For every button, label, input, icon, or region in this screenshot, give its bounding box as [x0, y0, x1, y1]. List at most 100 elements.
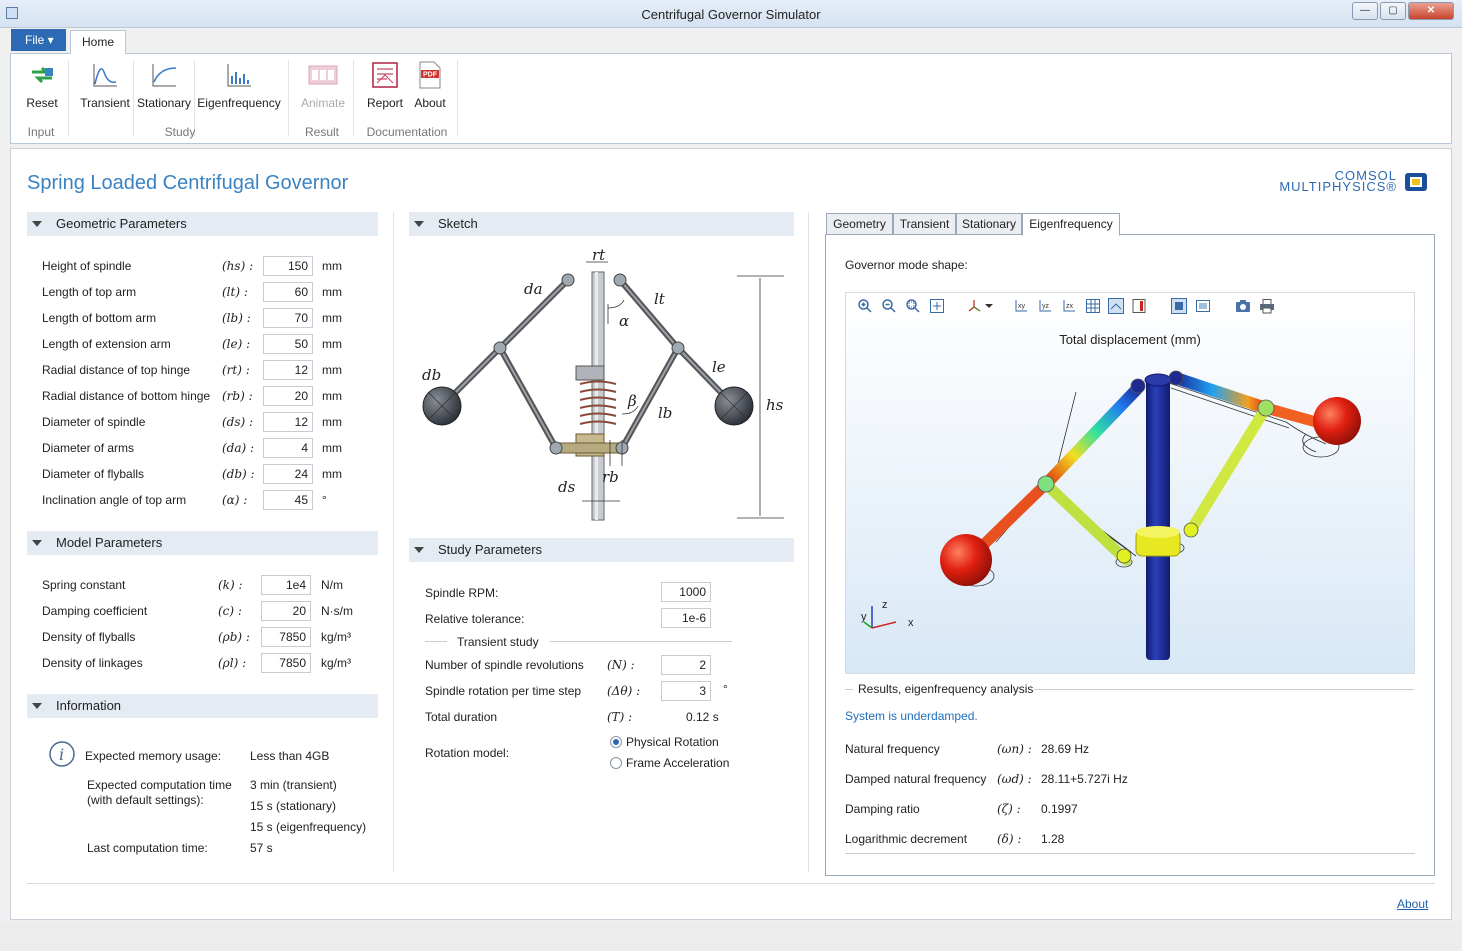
animate-button[interactable]: Animate [298, 60, 348, 110]
zoom-in-icon[interactable] [857, 298, 873, 314]
stationary-button[interactable]: Stationary [136, 60, 192, 110]
print-icon[interactable] [1259, 298, 1275, 314]
model-param-input[interactable]: 7850 [261, 653, 311, 673]
rotation-step-input[interactable]: 3 [661, 681, 711, 701]
model-param-unit: N/m [321, 578, 343, 592]
geometric-param-input[interactable]: 60 [263, 282, 313, 302]
result-label: Logarithmic decrement [845, 832, 968, 846]
mode-shape-plot: z y x [861, 370, 1361, 660]
revolutions-input[interactable]: 2 [661, 655, 711, 675]
last-computation-label: Last computation time: [87, 841, 208, 855]
geometric-param-input[interactable]: 12 [263, 360, 313, 380]
geometric-param-unit: mm [322, 259, 342, 273]
frame-acceleration-radio[interactable] [610, 757, 622, 769]
sketch-header[interactable]: Sketch [409, 212, 794, 236]
model-parameters-header[interactable]: Model Parameters [27, 531, 378, 555]
sketch-label-rb: rb [602, 468, 619, 486]
geometric-param-input[interactable]: 70 [263, 308, 313, 328]
zoom-box-icon[interactable] [905, 298, 921, 314]
geometric-param-input[interactable]: 50 [263, 334, 313, 354]
zoom-out-icon[interactable] [881, 298, 897, 314]
study-parameters-header[interactable]: Study Parameters [409, 538, 794, 562]
about-link[interactable]: About [1397, 897, 1428, 911]
close-button[interactable]: ✕ [1408, 2, 1454, 20]
tab-geometry[interactable]: Geometry [826, 213, 893, 235]
rotation-model-label: Rotation model: [425, 746, 510, 760]
result-label: Natural frequency [845, 742, 940, 756]
minimize-button[interactable]: — [1352, 2, 1378, 20]
grid-icon[interactable] [1085, 298, 1101, 314]
comsol-logo: COMSOL MULTIPHYSICS® [1262, 168, 1437, 198]
tab-home[interactable]: Home [70, 30, 126, 54]
geometric-param-row: Diameter of flyballs (db) : 24 mm [42, 464, 372, 484]
scene-light-icon[interactable] [1171, 298, 1187, 314]
zx-view-icon[interactable]: zx [1061, 298, 1077, 314]
last-computation-value: 57 s [250, 841, 273, 855]
memory-label: Expected memory usage: [85, 749, 222, 763]
sketch-label-le: le [712, 358, 726, 376]
tab-stationary[interactable]: Stationary [956, 213, 1022, 235]
transient-button[interactable]: Transient [78, 60, 132, 110]
sketch-label-beta: β [627, 392, 637, 410]
yz-view-icon[interactable]: yz [1037, 298, 1053, 314]
geometric-param-unit: mm [322, 363, 342, 377]
model-param-symbol: (ρl) : [218, 656, 247, 670]
reset-button[interactable]: Reset [22, 60, 62, 110]
geometric-param-input[interactable]: 20 [263, 386, 313, 406]
relative-tolerance-input[interactable]: 1e-6 [661, 608, 711, 628]
physical-rotation-radio[interactable] [610, 736, 622, 748]
geometric-param-input[interactable]: 12 [263, 412, 313, 432]
total-duration-label: Total duration [425, 710, 498, 724]
collapse-icon [32, 703, 42, 709]
information-header[interactable]: Information [27, 694, 378, 718]
governor-sketch: rt da lt α le db β lb hs rb ds [412, 244, 790, 526]
model-param-row: Density of flyballs (ρb) : 7850 kg/m³ [42, 627, 372, 647]
geometric-param-symbol: (lt) : [222, 285, 248, 299]
transparency-icon[interactable] [1108, 298, 1124, 314]
results-section-label: Results, eigenfrequency analysis [858, 682, 1034, 696]
damping-status-text: System is underdamped. [845, 709, 978, 723]
time-eigenfrequency: 15 s (eigenfrequency) [250, 820, 367, 834]
window-icon[interactable] [1195, 298, 1211, 314]
model-param-unit: kg/m³ [321, 630, 351, 644]
mode-shape-label: Governor mode shape: [845, 258, 968, 272]
geometric-param-input[interactable]: 4 [263, 438, 313, 458]
tab-eigenfrequency[interactable]: Eigenfrequency [1022, 213, 1120, 236]
footer-divider [27, 883, 1435, 884]
model-param-symbol: (k) : [218, 578, 243, 592]
sketch-label-ds: ds [558, 478, 576, 496]
axis-y-label: y [861, 611, 867, 623]
geometric-param-row: Radial distance of bottom hinge (rb) : 20 m… [42, 386, 372, 406]
computation-time-sublabel: (with default settings): [87, 793, 204, 807]
geometric-param-input[interactable]: 24 [263, 464, 313, 484]
model-param-input[interactable]: 20 [261, 601, 311, 621]
eigenfrequency-button[interactable]: Eigenfrequency [196, 60, 282, 110]
axis-orientation-icon[interactable] [967, 298, 995, 314]
about-label: About [414, 96, 446, 110]
column-divider [393, 212, 394, 872]
report-button[interactable]: Report [364, 60, 406, 110]
ribbon-separator [353, 60, 354, 136]
geometric-param-input[interactable]: 150 [263, 256, 313, 276]
divider [425, 641, 447, 642]
computation-time-label: Expected computation time [87, 778, 232, 792]
camera-icon[interactable] [1235, 298, 1251, 314]
file-menu-button[interactable]: File ▾ [11, 29, 66, 51]
model-param-label: Spring constant [42, 578, 126, 592]
model-param-input[interactable]: 1e4 [261, 575, 311, 595]
maximize-button[interactable]: ▢ [1380, 2, 1406, 20]
geometric-param-input[interactable]: 45 [263, 490, 313, 510]
ribbon-group-input: Input [27, 125, 55, 139]
color-legend-icon[interactable] [1131, 298, 1147, 314]
model-param-input[interactable]: 7850 [261, 627, 311, 647]
ribbon-separator [133, 60, 134, 136]
model-param-label: Density of linkages [42, 656, 143, 670]
xy-view-icon[interactable]: xy [1013, 298, 1029, 314]
geometric-parameters-header[interactable]: Geometric Parameters [27, 212, 378, 236]
about-button[interactable]: PDF About [410, 60, 450, 110]
tab-transient[interactable]: Transient [893, 213, 956, 235]
zoom-extents-icon[interactable] [929, 298, 945, 314]
window-title: Centrifugal Governor Simulator [641, 7, 821, 22]
spindle-rpm-input[interactable]: 1000 [661, 582, 711, 602]
sketch-label-lb: lb [658, 404, 672, 422]
